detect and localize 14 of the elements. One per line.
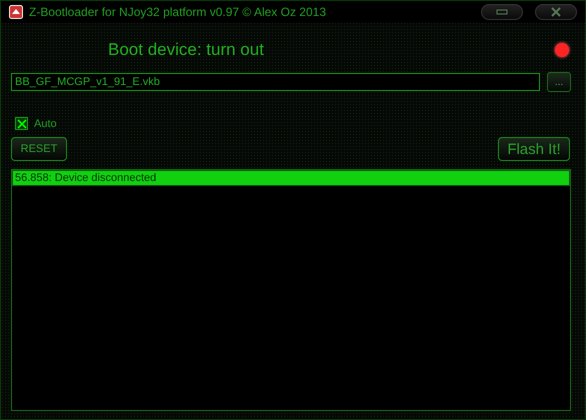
status-text: Boot device: turn out xyxy=(108,40,264,60)
minimize-icon xyxy=(496,9,508,15)
auto-checkbox[interactable] xyxy=(15,117,28,130)
log-entry[interactable]: 56.858: Device disconnected xyxy=(12,170,570,186)
browse-button[interactable]: ... xyxy=(547,72,571,92)
flash-button[interactable]: Flash It! xyxy=(498,137,570,161)
close-icon xyxy=(550,7,562,17)
close-button[interactable] xyxy=(535,4,577,20)
auto-label: Auto xyxy=(34,118,57,130)
app-icon xyxy=(9,5,23,19)
minimize-button[interactable] xyxy=(481,4,523,20)
reset-button[interactable]: RESET xyxy=(11,137,67,161)
window-title: Z-Bootloader for NJoy32 platform v0.97 © Alex Oz 2013 xyxy=(29,5,326,19)
file-path-field[interactable]: BB_GF_MCGP_v1_91_E.vkb xyxy=(11,73,540,91)
